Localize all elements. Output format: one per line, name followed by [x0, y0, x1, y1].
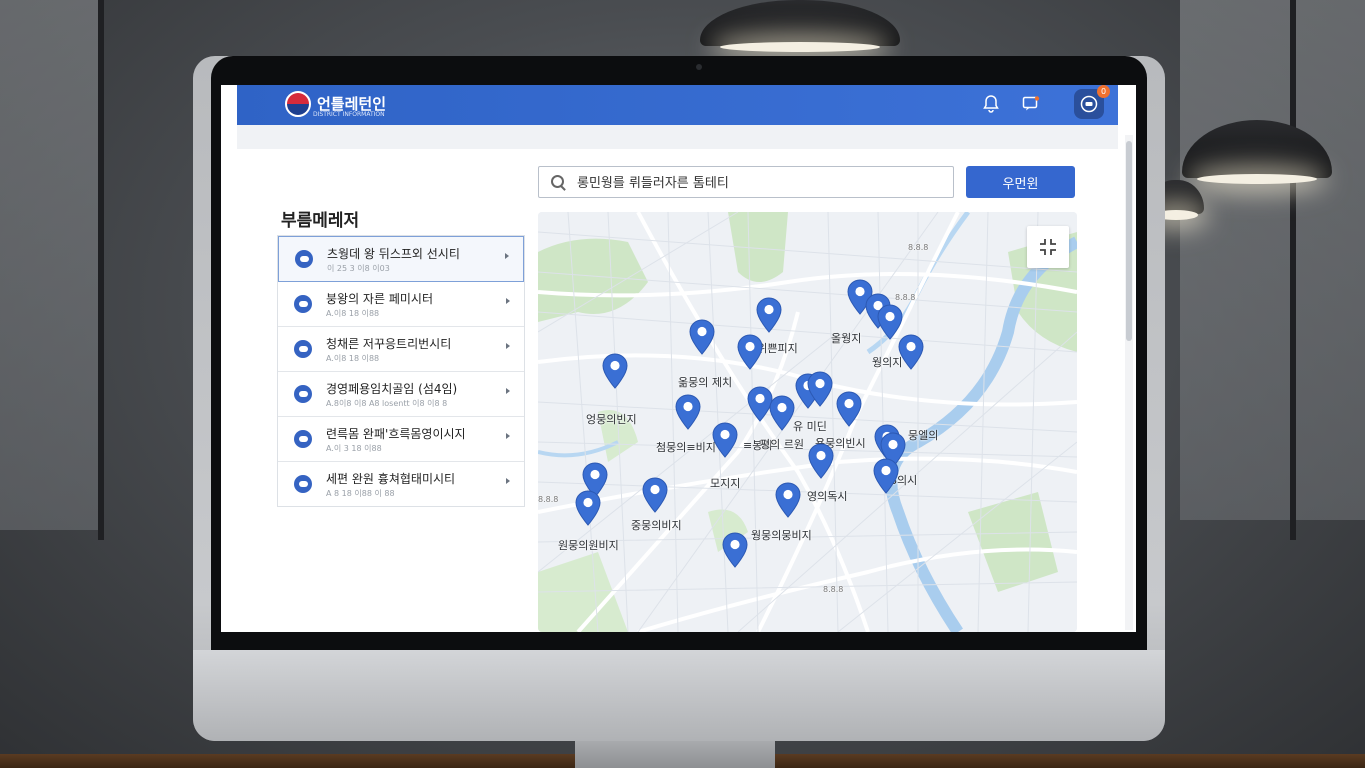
search-button[interactable]: 우먼윈: [966, 166, 1075, 198]
chevron-right-icon: [506, 478, 510, 484]
location-chip-icon: [294, 430, 312, 448]
list-item-address: A.이8 18 이88: [326, 354, 380, 363]
user-avatar-icon: [1080, 95, 1098, 113]
map-pin-icon[interactable]: [769, 395, 795, 431]
profile-button[interactable]: 0: [1074, 85, 1110, 119]
logo-text: 언틀레턴인: [317, 95, 387, 113]
search-box: [538, 166, 954, 198]
map-label: 올웡지: [831, 332, 862, 345]
map-pin-icon[interactable]: [737, 334, 763, 370]
list-item[interactable]: 츠웡데 왕 뒤스프외 선시티 이 25 3 이8 이03: [278, 236, 524, 282]
list-item-name: 츠웡데 왕 뒤스프외 선시티: [327, 247, 460, 261]
monitor-chin: [193, 650, 1165, 741]
background-window: [1180, 0, 1365, 520]
notification-bell-icon[interactable]: [980, 93, 1002, 115]
screen: 언틀레턴인 DISTRICT INFORMATION 0 부름메레저 츠웡데 왕…: [221, 85, 1136, 632]
map-pin-icon[interactable]: [675, 394, 701, 430]
map-pin-icon[interactable]: [808, 443, 834, 479]
map-pin-icon[interactable]: [689, 319, 715, 355]
location-chip-icon: [294, 385, 312, 403]
profile-badge: 0: [1097, 85, 1110, 98]
monitor-stand: [575, 741, 775, 768]
logo-subtitle: DISTRICT INFORMATION: [313, 111, 385, 118]
location-chip-icon: [294, 475, 312, 493]
map-label: 웡뭉의뭉비지: [751, 529, 812, 542]
map-label: 옮뭉의 제치: [678, 376, 733, 389]
map-pin-icon[interactable]: [712, 422, 738, 458]
map-pin-icon[interactable]: [575, 490, 601, 526]
search-icon: [551, 175, 564, 188]
chevron-right-icon: [506, 388, 510, 394]
location-chip-icon: [295, 250, 313, 268]
search-input[interactable]: [575, 172, 945, 194]
list-item-address: A.8이8 이8 A8 losentt 이8 이8 8: [326, 399, 448, 408]
list-item-address: A.이 3 18 이88: [326, 444, 382, 453]
map-label: 첨뭉의≡비지: [656, 441, 716, 454]
fullscreen-toggle-button[interactable]: [1027, 226, 1069, 268]
message-icon[interactable]: [1020, 93, 1042, 115]
map-label: 원뭉의원비지: [558, 539, 619, 552]
window-frame: [1290, 0, 1296, 540]
background-window: [0, 0, 100, 530]
app-logo[interactable]: 언틀레턴인 DISTRICT INFORMATION: [285, 91, 387, 118]
list-item[interactable]: 붕왕의 자른 페미시터 A.이8 18 이88: [278, 282, 524, 327]
map-label: 중뭉의비지: [631, 519, 682, 532]
map-pin-icon[interactable]: [722, 532, 748, 568]
map-label: 8.8.8: [538, 495, 559, 504]
chevron-right-icon: [506, 343, 510, 349]
map-pin-icon[interactable]: [602, 353, 628, 389]
scrollbar-thumb[interactable]: [1126, 141, 1132, 341]
map-pin-icon[interactable]: [756, 297, 782, 333]
ceiling-lamp: [1182, 120, 1332, 184]
page-title: 부름메레저: [281, 211, 360, 231]
window-frame: [98, 0, 104, 540]
list-item-name: 청채른 저꾸응트리번시티: [326, 337, 452, 351]
facility-list: 츠웡데 왕 뒤스프외 선시티 이 25 3 이8 이03 붕왕의 자른 페미시터…: [277, 235, 525, 507]
chevron-right-icon: [506, 298, 510, 304]
list-item[interactable]: 경영페용임치골임 (섬4임) A.8이8 이8 A8 losentt 이8 이8…: [278, 372, 524, 417]
list-item-address: 이 25 3 이8 이03: [327, 264, 390, 273]
list-item[interactable]: 세편 완원 흉쳐협태미시티 A 8 18 이88 이 88: [278, 462, 524, 506]
scrollbar[interactable]: [1125, 135, 1133, 630]
camera-icon: [696, 64, 702, 70]
map-label: 8.8.8: [895, 293, 916, 302]
map-view[interactable]: 월뭉위쁜피지 옮뭉의 제치 엉뭉의빈지 첨뭉의≡비지 ≡봉의 평의 르원 유 미…: [538, 212, 1077, 632]
map-pin-icon[interactable]: [807, 371, 833, 407]
map-label: 뭉엘의: [908, 429, 939, 442]
list-item[interactable]: 청채른 저꾸응트리번시티 A.이8 18 이88: [278, 327, 524, 372]
list-item-name: 붕왕의 자른 페미시터: [326, 292, 433, 306]
map-pin-icon[interactable]: [836, 391, 862, 427]
list-item[interactable]: 련륵몸 완패'흐륵몸영이시지 A.이 3 18 이88: [278, 417, 524, 462]
chevron-right-icon: [506, 433, 510, 439]
map-pin-icon[interactable]: [642, 477, 668, 513]
list-item-name: 경영페용임치골임 (섬4임): [326, 382, 458, 396]
map-label: 8.8.8: [823, 585, 844, 594]
map-label: 8.8.8: [908, 243, 929, 252]
location-chip-icon: [294, 340, 312, 358]
sub-header-bar: [237, 125, 1118, 149]
map-pin-icon[interactable]: [873, 458, 899, 494]
map-label: 엉뭉의빈지: [586, 413, 637, 426]
ceiling-lamp: [700, 0, 900, 52]
map-label: 평의 르원: [760, 438, 804, 451]
list-item-name: 련륵몸 완패'흐륵몸영이시지: [326, 427, 466, 441]
map-label: 유 미딘: [793, 420, 827, 433]
map-label: 모지지: [710, 477, 741, 490]
location-chip-icon: [294, 295, 312, 313]
collapse-icon: [1040, 239, 1056, 255]
chevron-right-icon: [505, 253, 509, 259]
map-label: 영의독시: [807, 490, 848, 503]
app-header: 언틀레턴인 DISTRICT INFORMATION 0: [237, 85, 1118, 125]
list-item-name: 세편 완원 흉쳐협태미시티: [326, 472, 456, 486]
list-item-address: A.이8 18 이88: [326, 309, 380, 318]
map-pin-icon[interactable]: [898, 334, 924, 370]
map-pin-icon[interactable]: [775, 482, 801, 518]
list-item-address: A 8 18 이88 이 88: [326, 489, 395, 498]
logo-emblem-icon: [285, 91, 311, 117]
